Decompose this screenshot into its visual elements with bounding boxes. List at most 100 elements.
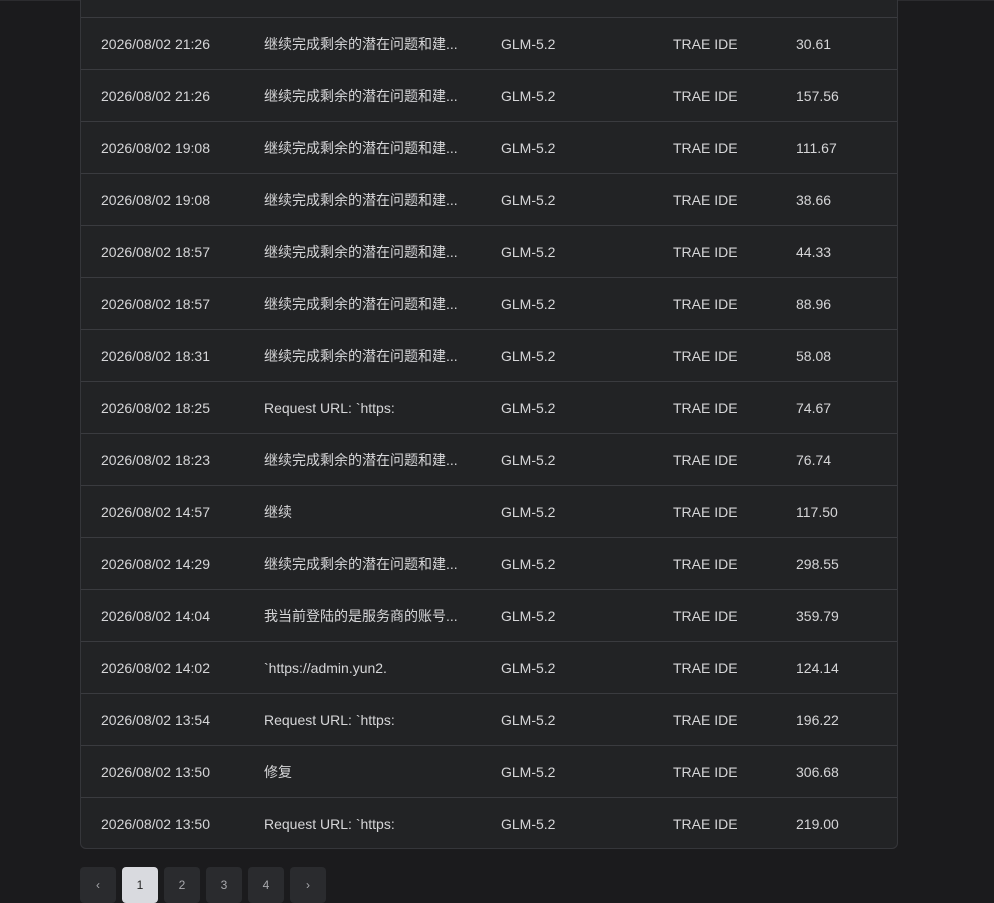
table-row[interactable]: 2026/08/02 14:04 我当前登陆的是服务商的账号... GLM-5.2 T… bbox=[81, 590, 897, 642]
page-2-button[interactable]: 2 bbox=[164, 867, 200, 903]
table-row[interactable]: 2026/08/02 19:08 继续完成剩余的潜在问题和建... GLM-5.2 T… bbox=[81, 174, 897, 226]
time-cell: 2026/08/02 14:02 bbox=[101, 659, 210, 676]
message-cell: 继续完成剩余的潜在问题和建... bbox=[264, 243, 458, 260]
next-page-button[interactable]: › bbox=[290, 867, 326, 903]
time-cell: 2026/08/02 19:08 bbox=[101, 191, 210, 208]
model-cell: GLM-5.2 bbox=[501, 607, 556, 624]
cost-cell: 76.74 bbox=[796, 451, 832, 468]
cost-cell: 38.66 bbox=[796, 191, 832, 208]
model-cell: GLM-5.2 bbox=[501, 139, 556, 156]
cost-cell: 88.96 bbox=[796, 295, 832, 312]
message-cell: 继续 bbox=[264, 503, 292, 520]
cost-cell: 44.33 bbox=[796, 243, 832, 260]
time-cell: 2026/08/02 14:57 bbox=[101, 503, 210, 520]
model-cell: GLM-5.2 bbox=[501, 243, 556, 260]
source-cell: TRAE IDE bbox=[673, 503, 738, 520]
message-cell: 继续完成剩余的潜在问题和建... bbox=[264, 87, 458, 104]
model-cell: GLM-5.2 bbox=[501, 87, 556, 104]
page-4-button[interactable]: 4 bbox=[248, 867, 284, 903]
cost-cell: 30.61 bbox=[796, 35, 832, 52]
time-cell: 2026/08/02 19:08 bbox=[101, 139, 210, 156]
table-row[interactable]: 2026/08/02 18:57 继续完成剩余的潜在问题和建... GLM-5.2 T… bbox=[81, 226, 897, 278]
pagination: ‹ 1 2 3 4 › bbox=[80, 867, 326, 903]
model-cell: GLM-5.2 bbox=[501, 347, 556, 364]
message-cell: 继续完成剩余的潜在问题和建... bbox=[264, 451, 458, 468]
model-cell: GLM-5.2 bbox=[501, 399, 556, 416]
cost-cell: 219.00 bbox=[796, 816, 839, 832]
message-cell: Request URL: `https: bbox=[264, 399, 395, 416]
table-row[interactable]: 2026/08/02 18:25 Request URL: `https: GLM-… bbox=[81, 382, 897, 434]
table-row[interactable]: 2026/08/02 14:29 继续完成剩余的潜在问题和建... GLM-5.2 T… bbox=[81, 538, 897, 590]
table-row-partial bbox=[81, 0, 897, 18]
table-row[interactable]: 2026/08/02 13:50 Request URL: `https: GLM-… bbox=[81, 798, 897, 848]
model-cell: GLM-5.2 bbox=[501, 35, 556, 52]
message-cell: Request URL: `https: bbox=[264, 816, 395, 832]
source-cell: TRAE IDE bbox=[673, 139, 738, 156]
time-cell: 2026/08/02 21:26 bbox=[101, 87, 210, 104]
time-cell: 2026/08/02 18:57 bbox=[101, 243, 210, 260]
table-row[interactable]: 2026/08/02 18:23 继续完成剩余的潜在问题和建... GLM-5.2 T… bbox=[81, 434, 897, 486]
cost-cell: 157.56 bbox=[796, 87, 839, 104]
message-cell: 继续完成剩余的潜在问题和建... bbox=[264, 295, 458, 312]
message-cell: 继续完成剩余的潜在问题和建... bbox=[264, 191, 458, 208]
source-cell: TRAE IDE bbox=[673, 399, 738, 416]
message-cell: 继续完成剩余的潜在问题和建... bbox=[264, 555, 458, 572]
source-cell: TRAE IDE bbox=[673, 711, 738, 728]
source-cell: TRAE IDE bbox=[673, 607, 738, 624]
table-row[interactable]: 2026/08/02 18:57 继续完成剩余的潜在问题和建... GLM-5.2 T… bbox=[81, 278, 897, 330]
time-cell: 2026/08/02 18:57 bbox=[101, 295, 210, 312]
time-cell: 2026/08/02 14:29 bbox=[101, 555, 210, 572]
time-cell: 2026/08/02 18:23 bbox=[101, 451, 210, 468]
message-cell: `https://admin.yun2. bbox=[264, 659, 387, 676]
message-cell: 继续完成剩余的潜在问题和建... bbox=[264, 347, 458, 364]
cost-cell: 117.50 bbox=[796, 503, 838, 520]
table-row[interactable]: 2026/08/02 13:54 Request URL: `https: GLM-… bbox=[81, 694, 897, 746]
cost-cell: 58.08 bbox=[796, 347, 832, 364]
table-row[interactable]: 2026/08/02 14:57 继续 GLM-5.2 TRAE IDE 117.50 bbox=[81, 486, 897, 538]
table-row[interactable]: 2026/08/02 18:31 继续完成剩余的潜在问题和建... GLM-5.2 T… bbox=[81, 330, 897, 382]
model-cell: GLM-5.2 bbox=[501, 659, 556, 676]
source-cell: TRAE IDE bbox=[673, 35, 738, 52]
source-cell: TRAE IDE bbox=[673, 659, 738, 676]
table-row[interactable]: 2026/08/02 21:26 继续完成剩余的潜在问题和建... GLM-5.2 T… bbox=[81, 70, 897, 122]
table-row[interactable]: 2026/08/02 19:08 继续完成剩余的潜在问题和建... GLM-5.2 T… bbox=[81, 122, 897, 174]
cost-cell: 359.79 bbox=[796, 607, 839, 624]
source-cell: TRAE IDE bbox=[673, 763, 738, 780]
cost-cell: 306.68 bbox=[796, 763, 839, 780]
model-cell: GLM-5.2 bbox=[501, 295, 556, 312]
time-cell: 2026/08/02 18:25 bbox=[101, 399, 210, 416]
prev-page-button[interactable]: ‹ bbox=[80, 867, 116, 903]
usage-table: 2026/08/02 21:26 继续完成剩余的潜在问题和建... GLM-5.2 T… bbox=[80, 0, 898, 849]
source-cell: TRAE IDE bbox=[673, 191, 738, 208]
cost-cell: 74.67 bbox=[796, 399, 832, 416]
message-cell: 继续完成剩余的潜在问题和建... bbox=[264, 35, 458, 52]
time-cell: 2026/08/02 14:04 bbox=[101, 607, 210, 624]
source-cell: TRAE IDE bbox=[673, 87, 738, 104]
source-cell: TRAE IDE bbox=[673, 816, 738, 832]
table-row[interactable]: 2026/08/02 14:02 `https://admin.yun2. GLM-… bbox=[81, 642, 897, 694]
message-cell: 修复 bbox=[264, 763, 292, 780]
table-row[interactable]: 2026/08/02 13:50 修复 GLM-5.2 TRAE IDE 306.68 bbox=[81, 746, 897, 798]
source-cell: TRAE IDE bbox=[673, 555, 738, 572]
model-cell: GLM-5.2 bbox=[501, 191, 556, 208]
table-row[interactable]: 2026/08/02 21:26 继续完成剩余的潜在问题和建... GLM-5.2 T… bbox=[81, 18, 897, 70]
source-cell: TRAE IDE bbox=[673, 347, 738, 364]
message-cell: Request URL: `https: bbox=[264, 711, 395, 728]
model-cell: GLM-5.2 bbox=[501, 711, 556, 728]
page-3-button[interactable]: 3 bbox=[206, 867, 242, 903]
source-cell: TRAE IDE bbox=[673, 295, 738, 312]
model-cell: GLM-5.2 bbox=[501, 763, 556, 780]
cost-cell: 124.14 bbox=[796, 659, 839, 676]
page-1-button[interactable]: 1 bbox=[122, 867, 158, 903]
time-cell: 2026/08/02 13:50 bbox=[101, 816, 210, 832]
cost-cell: 298.55 bbox=[796, 555, 839, 572]
time-cell: 2026/08/02 13:50 bbox=[101, 763, 210, 780]
time-cell: 2026/08/02 13:54 bbox=[101, 711, 210, 728]
time-cell: 2026/08/02 18:31 bbox=[101, 347, 210, 364]
message-cell: 我当前登陆的是服务商的账号... bbox=[264, 607, 458, 624]
cost-cell: 111.67 bbox=[796, 139, 837, 156]
source-cell: TRAE IDE bbox=[673, 451, 738, 468]
source-cell: TRAE IDE bbox=[673, 243, 738, 260]
time-cell: 2026/08/02 21:26 bbox=[101, 35, 210, 52]
model-cell: GLM-5.2 bbox=[501, 555, 556, 572]
